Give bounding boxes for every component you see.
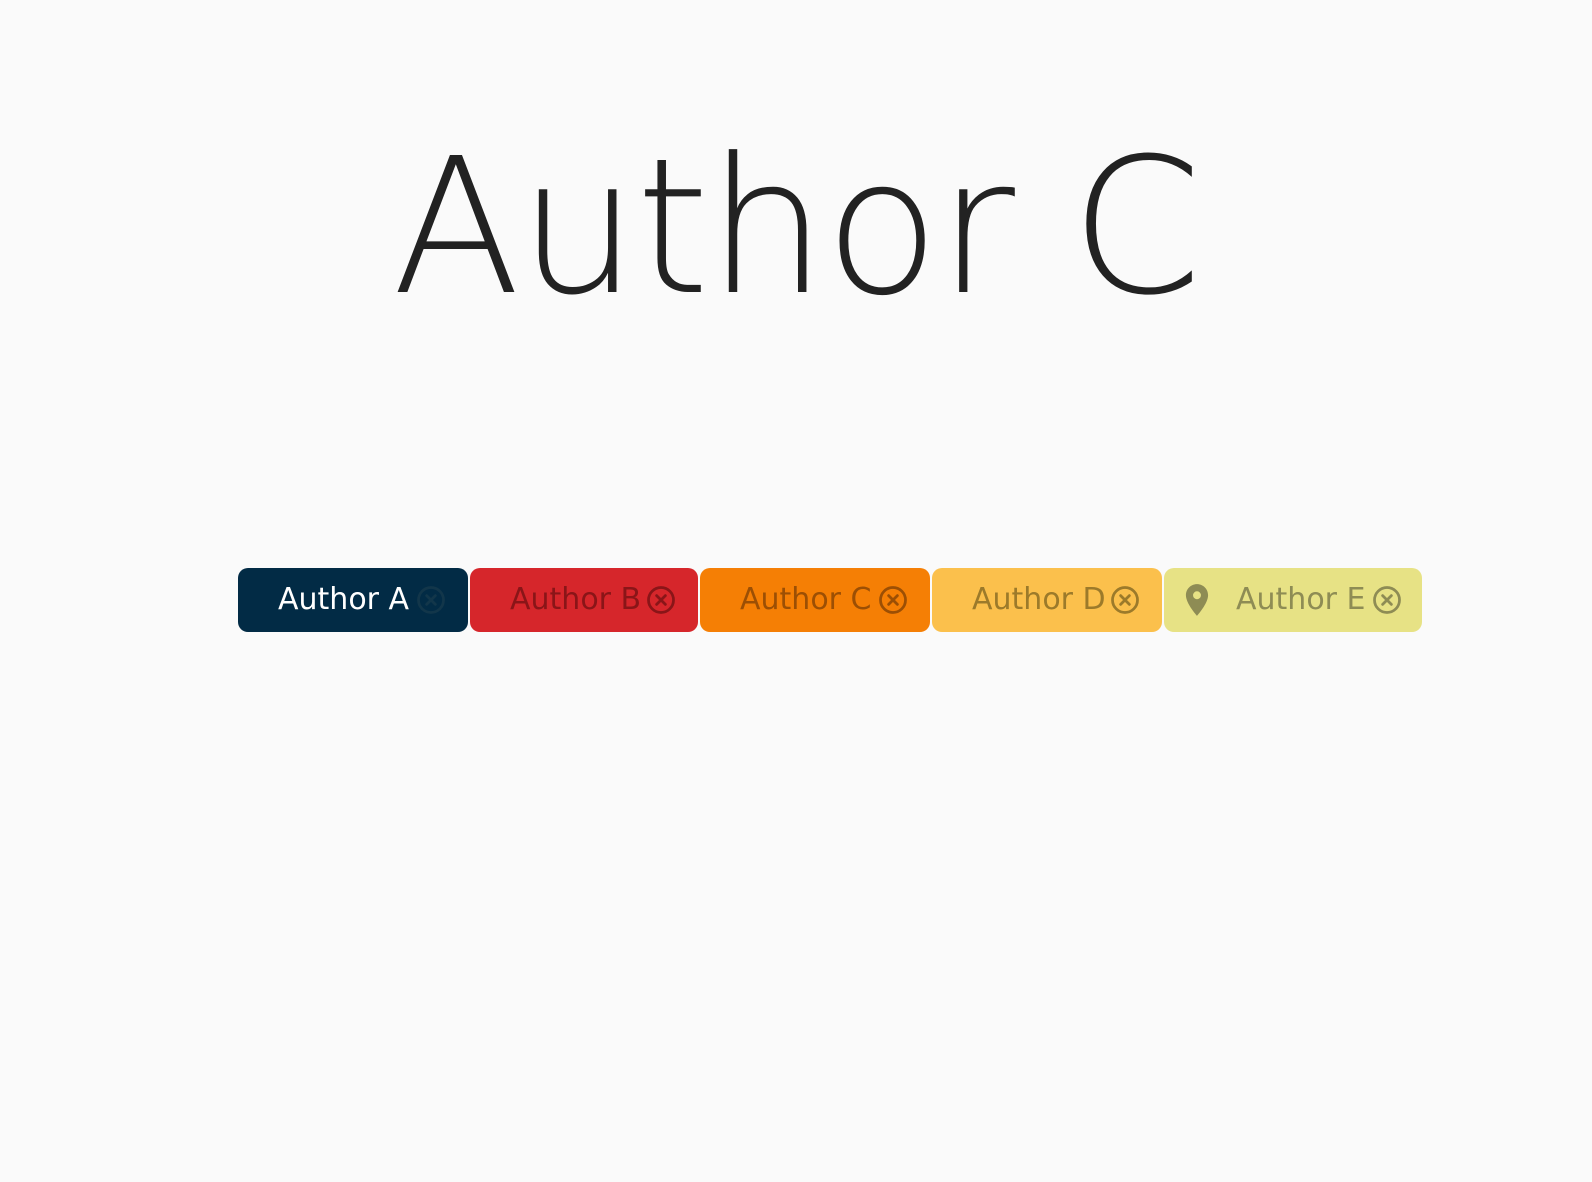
chip-author-b[interactable]: Author B (470, 568, 698, 632)
chip-label: Author B (510, 582, 642, 617)
close-circle-icon[interactable] (878, 585, 908, 615)
chip-label: Author E (1236, 582, 1366, 617)
chip-label: Author C (740, 582, 872, 617)
close-circle-icon[interactable] (416, 585, 446, 615)
page-title: Author C (392, 118, 1202, 337)
chip-author-d[interactable]: Author D (932, 568, 1162, 632)
chip-list: Author A Author B Author C Author D Auth… (238, 568, 1422, 632)
chip-label: Author D (972, 582, 1106, 617)
close-circle-icon[interactable] (1372, 585, 1402, 615)
location-pin-icon (1185, 584, 1209, 616)
page: Author C Author A Author B Author C Auth… (0, 0, 1592, 1182)
close-circle-icon[interactable] (1110, 585, 1140, 615)
chip-label: Author A (278, 582, 410, 617)
chip-author-a[interactable]: Author A (238, 568, 468, 632)
chip-author-c[interactable]: Author C (700, 568, 930, 632)
chip-author-e[interactable]: Author E (1164, 568, 1422, 632)
close-circle-icon[interactable] (646, 585, 676, 615)
